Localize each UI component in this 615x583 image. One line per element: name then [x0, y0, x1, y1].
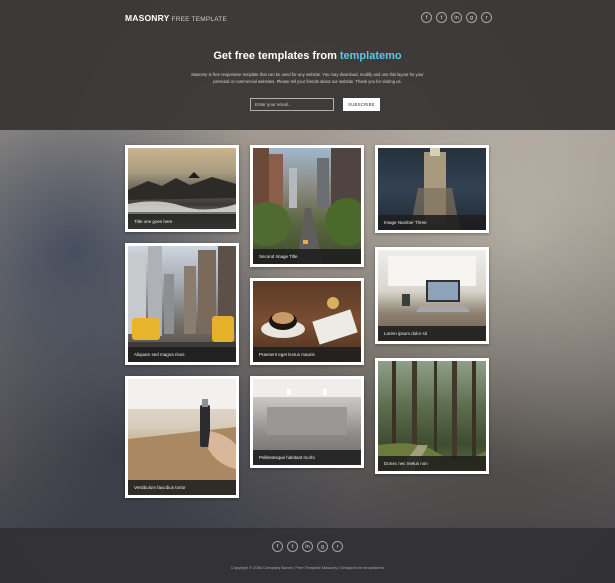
gallery-caption: Vestibulum faucibus tortor: [128, 480, 236, 495]
twitter-icon[interactable]: t: [436, 12, 447, 23]
gallery-item-2[interactable]: Second Image Title: [250, 145, 364, 267]
gallery-item-7[interactable]: Vestibulum faucibus tortor: [125, 376, 239, 498]
gallery-image-hand-bottle: [128, 379, 236, 495]
twitter-icon[interactable]: t: [287, 541, 298, 552]
header-social-links: f t in g r: [421, 12, 492, 23]
linkedin-icon[interactable]: in: [302, 541, 313, 552]
gallery-caption: Second Image Title: [253, 249, 361, 264]
copyright-text: Copyright © 2084 Company Name | Free Tem…: [230, 565, 385, 570]
facebook-icon[interactable]: f: [272, 541, 283, 552]
gallery-item-3[interactable]: Image Number Three: [375, 145, 489, 233]
hero-title: Get free templates from templatemo: [0, 50, 615, 62]
gallery-image-city-street: [253, 148, 361, 264]
hero-title-accent: templatemo: [339, 50, 402, 62]
email-input[interactable]: [250, 98, 334, 111]
footer-social-links: f t in g r: [272, 541, 343, 552]
linkedin-icon[interactable]: in: [451, 12, 462, 23]
facebook-icon[interactable]: f: [421, 12, 432, 23]
google-plus-icon[interactable]: g: [466, 12, 477, 23]
gallery-item-4[interactable]: Aliquam sed magna risus: [125, 243, 239, 365]
google-plus-icon[interactable]: g: [317, 541, 328, 552]
gallery-caption: Lorem ipsum dolor sit: [378, 326, 486, 341]
gallery-image-forest: [378, 361, 486, 471]
site-footer: f t in g r Copyright © 2084 Company Name…: [0, 528, 615, 583]
gallery-item-6[interactable]: Lorem ipsum dolor sit: [375, 247, 489, 344]
rss-icon[interactable]: r: [481, 12, 492, 23]
gallery-caption: Praesent eget lectus mauris: [253, 347, 361, 362]
brand-tagline: FREE TEMPLATE: [171, 16, 227, 23]
hero-description: Masonry is free responsive template that…: [191, 72, 424, 84]
gallery-caption: Title one goes here: [128, 214, 236, 229]
gallery-caption: Image Number Three: [378, 215, 486, 230]
gallery-item-9[interactable]: Donec nec metus non: [375, 358, 489, 474]
site-header: MASONRY FREE TEMPLATE f t in g r Get free…: [0, 0, 615, 130]
hero-title-text: Get free templates from: [213, 50, 337, 62]
brand-name: MASONRY: [125, 13, 170, 23]
gallery-caption: Donec nec metus non: [378, 456, 486, 471]
subscribe-button[interactable]: SUBSCRIBE: [343, 98, 380, 111]
gallery-item-8[interactable]: Pellentesque habitant morbi: [250, 376, 364, 468]
gallery-item-1[interactable]: Title one goes here: [125, 145, 239, 232]
gallery-caption: Aliquam sed magna risus: [128, 347, 236, 362]
gallery-caption: Pellentesque habitant morbi: [253, 450, 361, 465]
brand-logo[interactable]: MASONRY FREE TEMPLATE: [125, 13, 227, 23]
rss-icon[interactable]: r: [332, 541, 343, 552]
gallery-image-city-taxi: [128, 246, 236, 362]
gallery-item-5[interactable]: Praesent eget lectus mauris: [250, 278, 364, 365]
